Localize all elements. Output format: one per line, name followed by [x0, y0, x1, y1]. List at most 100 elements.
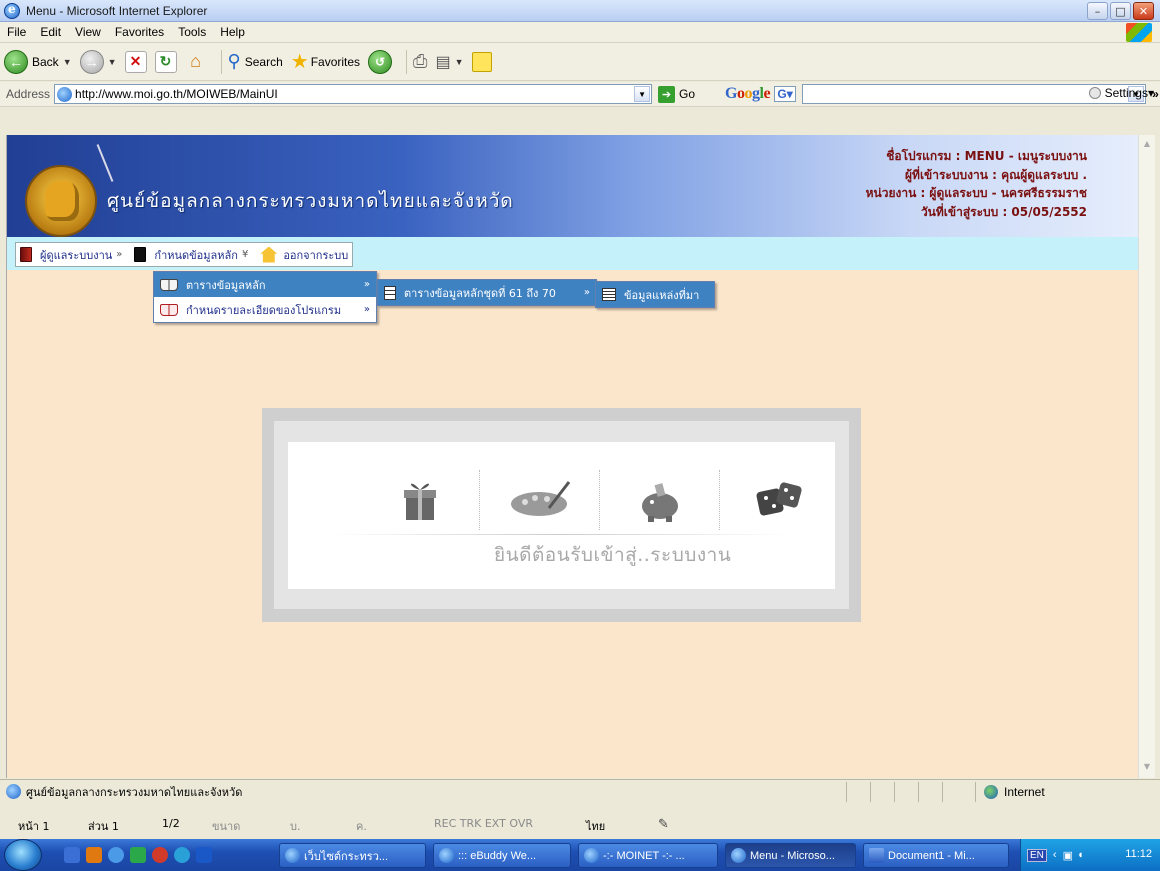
logged-user: ผู้ที่เข้าระบบงาน : คุณผู้ดูแลระบบ . — [905, 167, 1087, 182]
back-dropdown-icon[interactable]: ▼ — [63, 57, 72, 67]
address-field[interactable]: http://www.moi.go.th/MOIWEB/MainUI ▼ — [54, 84, 653, 104]
taskbar-item-active[interactable]: Menu - Microso... — [725, 843, 856, 868]
word-size: ขนาด — [212, 820, 241, 833]
taskbar-item[interactable]: -:- MOINET -:- ... — [578, 843, 718, 868]
menu-help[interactable]: Help — [220, 25, 245, 39]
volume-icon[interactable]: ◖ — [1077, 849, 1084, 861]
submenu-item-data-source[interactable]: ข้อมูลแหล่งที่มา — [596, 282, 714, 307]
go-button[interactable]: ➔ Go — [658, 85, 695, 103]
word-modes: REC TRK EXT OVR — [434, 817, 533, 830]
forward-button[interactable]: → ▼ — [79, 49, 117, 74]
quicklaunch-icon[interactable] — [64, 847, 80, 863]
globe-icon — [984, 785, 998, 799]
scroll-up-icon[interactable]: ▲ — [1141, 139, 1153, 151]
back-button[interactable]: ← Back ▼ — [4, 49, 72, 74]
close-button[interactable]: ✕ — [1133, 2, 1154, 20]
settings-icon — [1088, 87, 1101, 99]
submenu-item-tables-61-70[interactable]: ตารางข้อมูลหลักชุดที่ 61 ถึง 70 » — [378, 280, 596, 305]
welcome-inner: ยินดีต้อนรับเข้าสู่..ระบบงาน — [288, 442, 835, 589]
black-book-icon — [134, 247, 147, 262]
quicklaunch-icon[interactable] — [108, 847, 124, 863]
chevron-right-icon: » — [363, 279, 370, 290]
chevron-right-icon: » — [583, 287, 590, 298]
word-section: ส่วน 1 — [88, 820, 119, 833]
maximize-button[interactable]: □ — [1110, 2, 1131, 20]
title-bar: Menu - Microsoft Internet Explorer – □ ✕ — [0, 0, 1160, 22]
menu-row: ผู้ดูแลระบบงาน » กำหนดข้อมูลหลัก ¥ ออกจา… — [7, 237, 1139, 270]
taskbar-item[interactable]: เว็บไซต์กระทรว... — [279, 843, 426, 868]
chevron-right-icon: » — [363, 304, 370, 315]
refresh-icon[interactable]: ↻ — [154, 50, 177, 73]
scroll-down-icon[interactable]: ▼ — [1141, 762, 1153, 774]
edit-icon[interactable]: ▤ — [435, 52, 450, 72]
page-viewport: ศูนย์ข้อมูลกลางกระทรวงมหาดไทยและจังหวัด … — [6, 135, 1139, 778]
address-bar: Address http://www.moi.go.th/MOIWEB/Main… — [0, 82, 1160, 107]
back-label: Back — [32, 54, 59, 69]
flag-pole — [96, 144, 114, 182]
spelling-book-icon[interactable]: ✎ — [658, 817, 669, 832]
page-icon — [57, 87, 73, 102]
quicklaunch-icon[interactable] — [130, 847, 146, 863]
quicklaunch-icon[interactable] — [152, 847, 168, 863]
forward-dropdown-icon[interactable]: ▼ — [108, 57, 117, 67]
favorites-button[interactable]: ★ Favorites — [291, 49, 360, 74]
quicklaunch-icon[interactable] — [174, 847, 190, 863]
print-icon[interactable]: ⎙ — [413, 51, 427, 72]
menu-logout[interactable]: ออกจากระบบ — [256, 243, 352, 266]
home-icon[interactable]: ⌂ — [185, 51, 207, 73]
quick-launch — [64, 847, 212, 863]
vertical-scrollbar[interactable]: ▲ ▼ — [1138, 135, 1155, 778]
window-title: Menu - Microsoft Internet Explorer — [26, 3, 208, 18]
submenu-item-master-tables[interactable]: ตารางข้อมูลหลัก » — [154, 272, 376, 297]
top-menu: ผู้ดูแลระบบงาน » กำหนดข้อมูลหลัก ¥ ออกจา… — [15, 242, 354, 267]
ministry-seal-logo — [25, 165, 97, 237]
menu-file[interactable]: File — [7, 25, 26, 39]
open-book-icon — [160, 303, 178, 316]
ie-app-icon — [4, 2, 20, 19]
home-icon — [260, 246, 278, 263]
submenu-item-label: ตารางข้อมูลหลัก — [186, 278, 266, 292]
open-book-icon — [160, 278, 178, 291]
welcome-text: ยินดีต้อนรับเข้าสู่..ระบบงาน — [494, 544, 732, 566]
quicklaunch-icon[interactable] — [196, 847, 212, 863]
settings-button[interactable]: Settings▾ — [1088, 86, 1154, 100]
taskbar: เว็บไซต์กระทรว... ::: eBuddy We... -:- M… — [0, 839, 1160, 871]
word-col: ค. — [356, 820, 367, 833]
minimize-button[interactable]: – — [1087, 2, 1108, 20]
table-icon — [602, 288, 616, 301]
taskbar-item[interactable]: ::: eBuddy We... — [433, 843, 571, 868]
history-icon[interactable]: ↺ — [368, 49, 393, 74]
address-dropdown-icon[interactable]: ▼ — [634, 86, 651, 102]
submenu-item-program-details[interactable]: กำหนดรายละเอียดของโปรแกรม » — [154, 297, 376, 322]
address-url: http://www.moi.go.th/MOIWEB/MainUI — [75, 87, 278, 101]
menu-admin-label: ผู้ดูแลระบบงาน — [40, 248, 113, 262]
google-menu-button[interactable]: G▾ — [774, 86, 797, 102]
session-info: ชื่อโปรแกรม : MENU - เมนูระบบงาน ผู้ที่เ… — [866, 147, 1087, 221]
welcome-panel: ยินดีต้อนรับเข้าสู่..ระบบงาน — [262, 408, 861, 622]
stop-icon[interactable]: ✕ — [124, 50, 147, 73]
quicklaunch-icon[interactable] — [86, 847, 102, 863]
login-date: วันที่เข้าสู่ระบบ : 05/05/2552 — [920, 204, 1087, 219]
language-indicator[interactable]: EN — [1027, 848, 1047, 862]
clock[interactable]: 11:12 — [1125, 848, 1152, 860]
go-arrow-icon: ➔ — [658, 85, 676, 103]
tray-expand-icon[interactable]: ‹ — [1053, 849, 1057, 861]
submenu-tables-61-70: ข้อมูลแหล่งที่มา — [595, 281, 715, 308]
taskbar-item[interactable]: Document1 - Mi... — [863, 843, 1009, 868]
search-icon: ⚲ — [227, 51, 241, 71]
network-icon[interactable]: ▣ — [1063, 849, 1073, 862]
menu-edit[interactable]: Edit — [40, 25, 61, 39]
search-button[interactable]: ⚲ Search — [228, 51, 283, 72]
menu-view[interactable]: View — [75, 25, 101, 39]
reflection-line — [328, 534, 788, 535]
edit-dropdown-icon[interactable]: ▼ — [455, 57, 464, 67]
messenger-note-icon[interactable] — [471, 51, 492, 72]
menu-tools[interactable]: Tools — [178, 25, 206, 39]
menu-admin[interactable]: ผู้ดูแลระบบงาน » — [16, 243, 130, 266]
security-zone: Internet — [975, 782, 1045, 802]
menu-favorites[interactable]: Favorites — [115, 25, 164, 39]
back-arrow-icon: ← — [4, 49, 28, 74]
submenu-master-data: ตารางข้อมูลหลัก » กำหนดรายละเอียดของโปรแ… — [153, 271, 377, 323]
menu-master-data[interactable]: กำหนดข้อมูลหลัก ¥ — [130, 243, 256, 266]
start-button[interactable] — [4, 839, 42, 871]
